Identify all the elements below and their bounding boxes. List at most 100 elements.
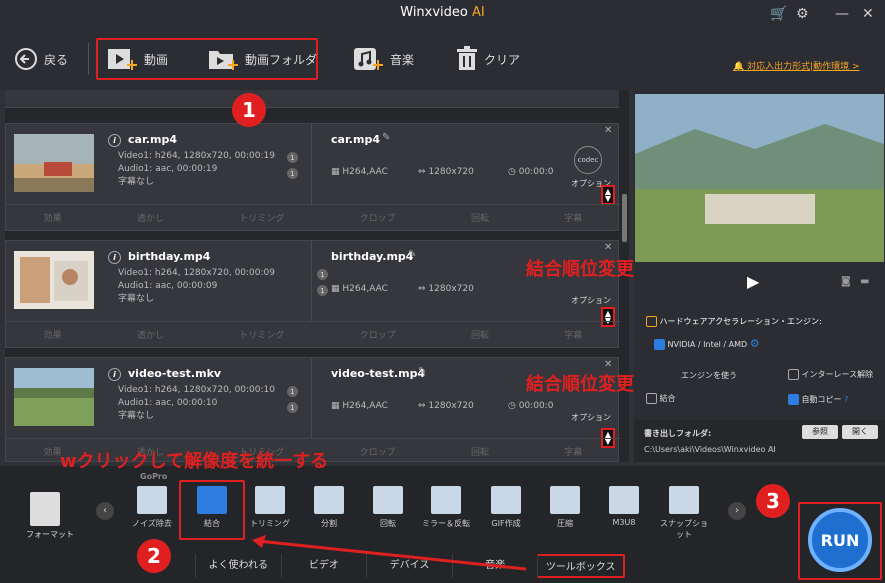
cart-icon[interactable]: 🛒 <box>770 6 787 22</box>
crop-button[interactable]: クロップ <box>360 328 396 341</box>
option-button[interactable]: オプション <box>571 295 611 306</box>
nvidia-option[interactable]: NVIDIA / Intel / AMD ⚙ <box>654 337 760 350</box>
audio-track-count[interactable]: 1 <box>287 168 298 179</box>
subtitle-button[interactable]: 字幕 <box>564 328 582 341</box>
tab-toolbox[interactable]: ツールボックス <box>537 554 625 578</box>
clear-label: クリア <box>484 52 521 67</box>
folder-add-icon <box>209 51 238 70</box>
scroll-right-icon[interactable]: › <box>728 502 746 520</box>
run-button[interactable]: RUN <box>808 508 872 572</box>
video-track-count[interactable]: 1 <box>287 386 298 397</box>
watermark-button[interactable]: 透かし <box>137 211 164 224</box>
edit-icon[interactable]: ✎ <box>418 366 426 377</box>
nvidia-label: NVIDIA / Intel / AMD <box>667 340 748 349</box>
deinterlace-checkbox[interactable] <box>788 369 799 380</box>
rotate-button[interactable]: 回転 <box>471 211 489 224</box>
effects-button[interactable]: 効果 <box>44 211 62 224</box>
add-video-folder-button[interactable]: 動画フォルダ <box>207 44 317 74</box>
remove-item-icon[interactable]: ✕ <box>604 125 612 136</box>
gear-icon[interactable]: ⚙ <box>796 6 809 22</box>
folder-icon[interactable]: ▬ <box>860 276 869 287</box>
split-icon <box>314 486 344 514</box>
hw-accel-checkbox[interactable] <box>646 316 657 327</box>
source-filename: car.mp4 <box>128 133 177 146</box>
tool-denoise[interactable]: ノイズ除去 <box>126 486 178 529</box>
output-filename[interactable]: video-test.mp4 <box>331 367 425 380</box>
close-icon[interactable]: ✕ <box>862 6 874 22</box>
tool-label: 分割 <box>321 519 337 528</box>
deinterlace-option[interactable]: インターレース解除 <box>788 369 873 380</box>
autocopy-checkbox[interactable] <box>788 394 799 405</box>
nvidia-checkbox[interactable] <box>654 339 665 350</box>
autocopy-option[interactable]: 自動コピー ? <box>788 394 848 405</box>
duration-info: ◷ 00:00:0 <box>508 166 553 179</box>
open-button[interactable]: 開く <box>842 425 878 439</box>
tool-split[interactable]: 分割 <box>303 486 355 529</box>
video-label: 動画 <box>144 52 169 67</box>
list-scrollbar[interactable] <box>622 194 627 242</box>
tool-trim[interactable]: トリミング <box>244 486 296 529</box>
back-button[interactable]: 戻る <box>14 44 68 74</box>
scroll-left-icon[interactable]: ‹ <box>96 502 114 520</box>
crop-button[interactable]: クロップ <box>360 211 396 224</box>
output-filename[interactable]: car.mp4 <box>331 133 380 146</box>
annotation-badge-1: 1 <box>232 93 266 127</box>
rotate-button[interactable]: 回転 <box>471 445 489 458</box>
audio-info: Audio1: aac, 00:00:10 <box>118 398 218 408</box>
thumbnail <box>14 251 94 309</box>
merge-checkbox[interactable] <box>646 393 657 404</box>
remove-item-icon[interactable]: ✕ <box>604 359 612 370</box>
option-button[interactable]: オプション <box>571 412 611 423</box>
video-track-count[interactable]: 1 <box>287 152 298 163</box>
merge-option[interactable]: 結合 <box>646 393 676 404</box>
mirror-icon <box>431 486 461 514</box>
subtitle-button[interactable]: 字幕 <box>564 211 582 224</box>
add-music-button[interactable]: 音楽 <box>352 44 414 74</box>
codec-gear-icon[interactable]: codec <box>574 146 602 174</box>
music-add-icon <box>354 48 383 70</box>
tool-compress[interactable]: 圧縮 <box>539 486 591 529</box>
watermark-button[interactable]: 透かし <box>137 328 164 341</box>
film-icon: ▦ <box>331 284 340 294</box>
audio-track-count[interactable]: 1 <box>287 402 298 413</box>
resolution-value: 1280x720 <box>428 401 474 411</box>
tool-m3u8[interactable]: M3U8 <box>598 486 650 527</box>
tool-gif[interactable]: GIF作成 <box>480 486 532 529</box>
add-video-button[interactable]: 動画 <box>106 44 168 74</box>
tool-label: スナップショット <box>660 519 708 539</box>
help-icon[interactable]: ? <box>844 395 848 404</box>
tool-snapshot[interactable]: スナップショット <box>658 486 710 540</box>
format-icon[interactable] <box>30 492 60 526</box>
effects-button[interactable]: 効果 <box>44 328 62 341</box>
denoise-icon <box>137 486 167 514</box>
browse-button[interactable]: 参照 <box>802 425 838 439</box>
minimize-icon[interactable]: — <box>835 6 849 22</box>
rotate-button[interactable]: 回転 <box>471 328 489 341</box>
info-icon[interactable]: i <box>108 251 121 264</box>
settings-gear-icon[interactable]: ⚙ <box>750 337 760 350</box>
camera-icon[interactable]: ◙ <box>841 276 851 287</box>
list-item[interactable]: i car.mp4 Video1: h264, 1280x720, 00:00:… <box>5 123 620 231</box>
play-icon[interactable]: ▶ <box>747 272 759 291</box>
trim-button[interactable]: トリミング <box>239 328 284 341</box>
video-track-count[interactable]: 1 <box>317 269 328 280</box>
audio-info: Audio1: aac, 00:00:19 <box>118 164 218 174</box>
output-filename[interactable]: birthday.mp4 <box>331 250 413 263</box>
crop-button[interactable]: クロップ <box>360 445 396 458</box>
edit-icon[interactable]: ✎ <box>382 132 390 143</box>
reorder-arrows[interactable]: ▲ ▼ <box>601 185 615 205</box>
tool-merge[interactable]: 結合 <box>186 486 238 529</box>
trim-button[interactable]: トリミング <box>239 211 284 224</box>
tool-mirror[interactable]: ミラー＆反転 <box>420 486 472 529</box>
info-icon[interactable]: i <box>108 134 121 147</box>
effects-button[interactable]: 効果 <box>44 445 62 458</box>
tool-rotate[interactable]: 回転 <box>362 486 414 529</box>
audio-track-count[interactable]: 1 <box>317 285 328 296</box>
formats-link[interactable]: 🔔 対応入出力形式|動作環境 > <box>733 59 860 72</box>
clear-button[interactable]: クリア <box>456 44 520 74</box>
remove-item-icon[interactable]: ✕ <box>604 242 612 253</box>
format-label[interactable]: フォーマット <box>26 529 74 540</box>
info-icon[interactable]: i <box>108 368 121 381</box>
subtitle-button[interactable]: 字幕 <box>564 445 582 458</box>
edit-icon[interactable]: ✎ <box>408 249 416 260</box>
